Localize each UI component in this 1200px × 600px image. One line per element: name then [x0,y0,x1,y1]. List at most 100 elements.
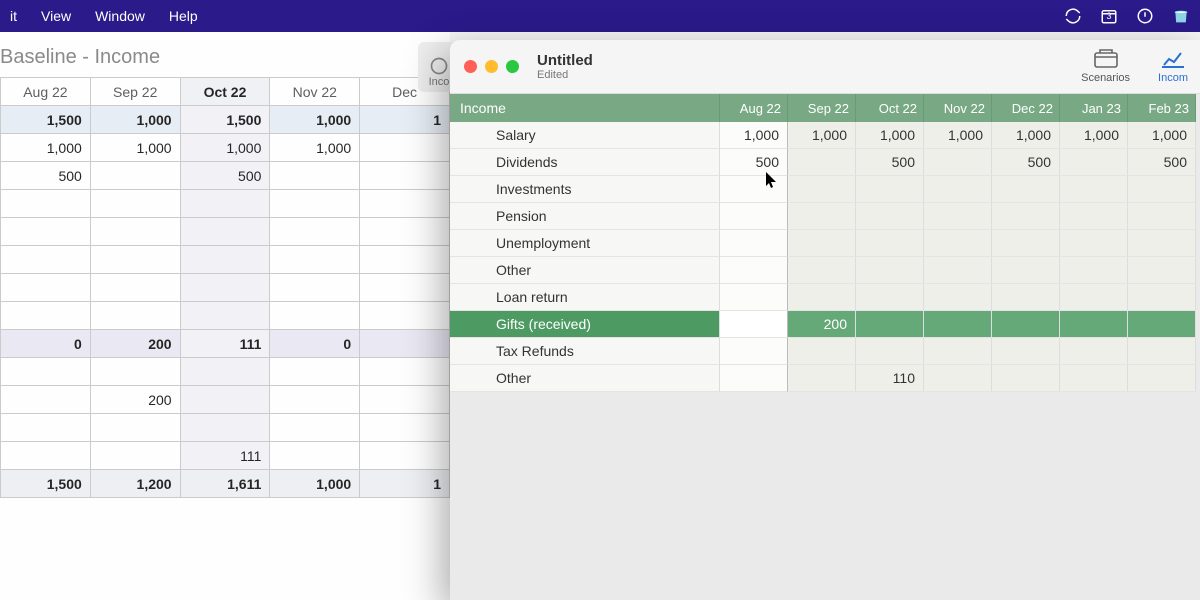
fg-cell[interactable] [992,257,1060,284]
fg-cell[interactable] [788,149,856,176]
fg-cell[interactable] [788,338,856,365]
menu-help[interactable]: Help [169,8,198,24]
power-icon[interactable] [1136,7,1154,25]
bg-col-header[interactable]: Oct 22 [180,78,270,106]
bg-cell[interactable] [270,358,360,386]
bg-cell[interactable]: 111 [180,442,270,470]
fg-cell[interactable] [788,284,856,311]
fg-cell[interactable]: 500 [856,149,924,176]
menu-window[interactable]: Window [95,8,145,24]
bg-cell[interactable] [360,218,450,246]
bg-cell[interactable] [180,414,270,442]
fg-cell[interactable] [992,284,1060,311]
fg-cell[interactable] [1060,284,1128,311]
bg-cell[interactable] [1,302,91,330]
bg-cell[interactable] [360,330,450,358]
fg-row-label[interactable]: Pension [450,203,720,230]
fg-row-label[interactable]: Other [450,365,720,392]
fg-cell[interactable] [924,284,992,311]
menu-edit[interactable]: it [10,8,17,24]
fg-cell[interactable]: 200 [788,311,856,338]
bg-cell[interactable] [360,358,450,386]
fg-cell[interactable] [1128,338,1196,365]
bg-cell[interactable] [90,190,180,218]
calendar-icon[interactable]: 3 [1100,7,1118,25]
bg-cell[interactable]: 1,500 [1,470,91,498]
bg-cell[interactable] [90,442,180,470]
bg-cell[interactable]: 1,500 [180,106,270,134]
bg-cell[interactable] [270,162,360,190]
fg-cell[interactable] [1060,338,1128,365]
bg-cell[interactable] [180,386,270,414]
fg-cell[interactable] [1128,176,1196,203]
fg-cell[interactable] [856,257,924,284]
fg-cell[interactable] [1060,203,1128,230]
bg-col-header[interactable]: Aug 22 [1,78,91,106]
bg-cell[interactable] [360,442,450,470]
fg-cell[interactable]: 1,000 [992,122,1060,149]
fg-cell[interactable] [924,338,992,365]
bg-cell[interactable]: 200 [90,330,180,358]
fg-cell[interactable] [1128,230,1196,257]
scenarios-button[interactable]: Scenarios [1081,49,1130,84]
bg-cell[interactable] [360,162,450,190]
bg-cell[interactable] [1,218,91,246]
fg-titlebar[interactable]: Untitled Edited Scenarios Incom [450,40,1200,94]
bg-cell[interactable]: 0 [270,330,360,358]
fg-cell[interactable]: 1,000 [1060,122,1128,149]
bg-cell[interactable] [180,302,270,330]
bg-cell[interactable] [270,218,360,246]
fg-row-label[interactable]: Dividends [450,149,720,176]
fg-row-label[interactable]: Tax Refunds [450,338,720,365]
fg-cell[interactable]: 1,000 [720,122,788,149]
fg-cell[interactable] [924,203,992,230]
bg-cell[interactable] [180,358,270,386]
fg-cell[interactable]: 500 [720,149,788,176]
close-icon[interactable] [464,60,477,73]
bg-cell[interactable] [270,274,360,302]
fg-cell[interactable] [924,311,992,338]
bg-cell[interactable]: 1,000 [270,134,360,162]
bg-cell[interactable] [270,302,360,330]
fg-cell[interactable] [1128,365,1196,392]
bg-cell[interactable]: 1,000 [90,106,180,134]
bg-cell[interactable]: 500 [180,162,270,190]
bg-cell[interactable] [360,386,450,414]
fg-cell[interactable] [1060,149,1128,176]
fg-cell[interactable] [992,203,1060,230]
bg-cell[interactable] [270,246,360,274]
fg-cell[interactable] [992,230,1060,257]
bg-cell[interactable] [1,190,91,218]
bg-cell[interactable]: 500 [1,162,91,190]
bg-cell[interactable] [90,414,180,442]
fg-cell[interactable] [1060,365,1128,392]
sync-icon[interactable] [1064,7,1082,25]
fg-row-label[interactable]: Loan return [450,284,720,311]
fg-row-label[interactable]: Investments [450,176,720,203]
fg-cell[interactable] [1128,203,1196,230]
fg-cell[interactable] [720,230,788,257]
fg-cell[interactable] [1060,257,1128,284]
bg-cell[interactable] [90,246,180,274]
fg-row-label[interactable]: Salary [450,122,720,149]
fg-cell[interactable] [788,230,856,257]
bg-cell[interactable] [270,190,360,218]
bg-cell[interactable] [180,274,270,302]
bg-cell[interactable]: 1,000 [180,134,270,162]
fg-cell[interactable] [856,230,924,257]
fg-cell[interactable]: 1,000 [924,122,992,149]
bg-col-header[interactable]: Nov 22 [270,78,360,106]
bg-cell[interactable]: 200 [90,386,180,414]
bg-cell[interactable] [180,218,270,246]
fg-col-header[interactable]: Sep 22 [788,94,856,122]
bg-col-header[interactable]: Sep 22 [90,78,180,106]
bg-cell[interactable] [90,302,180,330]
fg-col-header[interactable]: Jan 23 [1060,94,1128,122]
bg-cell[interactable] [90,162,180,190]
fg-cell[interactable] [992,311,1060,338]
fg-cell[interactable] [856,338,924,365]
bg-cell[interactable]: 0 [1,330,91,358]
traffic-lights[interactable] [464,60,519,73]
fg-cell[interactable] [720,176,788,203]
fg-cell[interactable] [788,203,856,230]
